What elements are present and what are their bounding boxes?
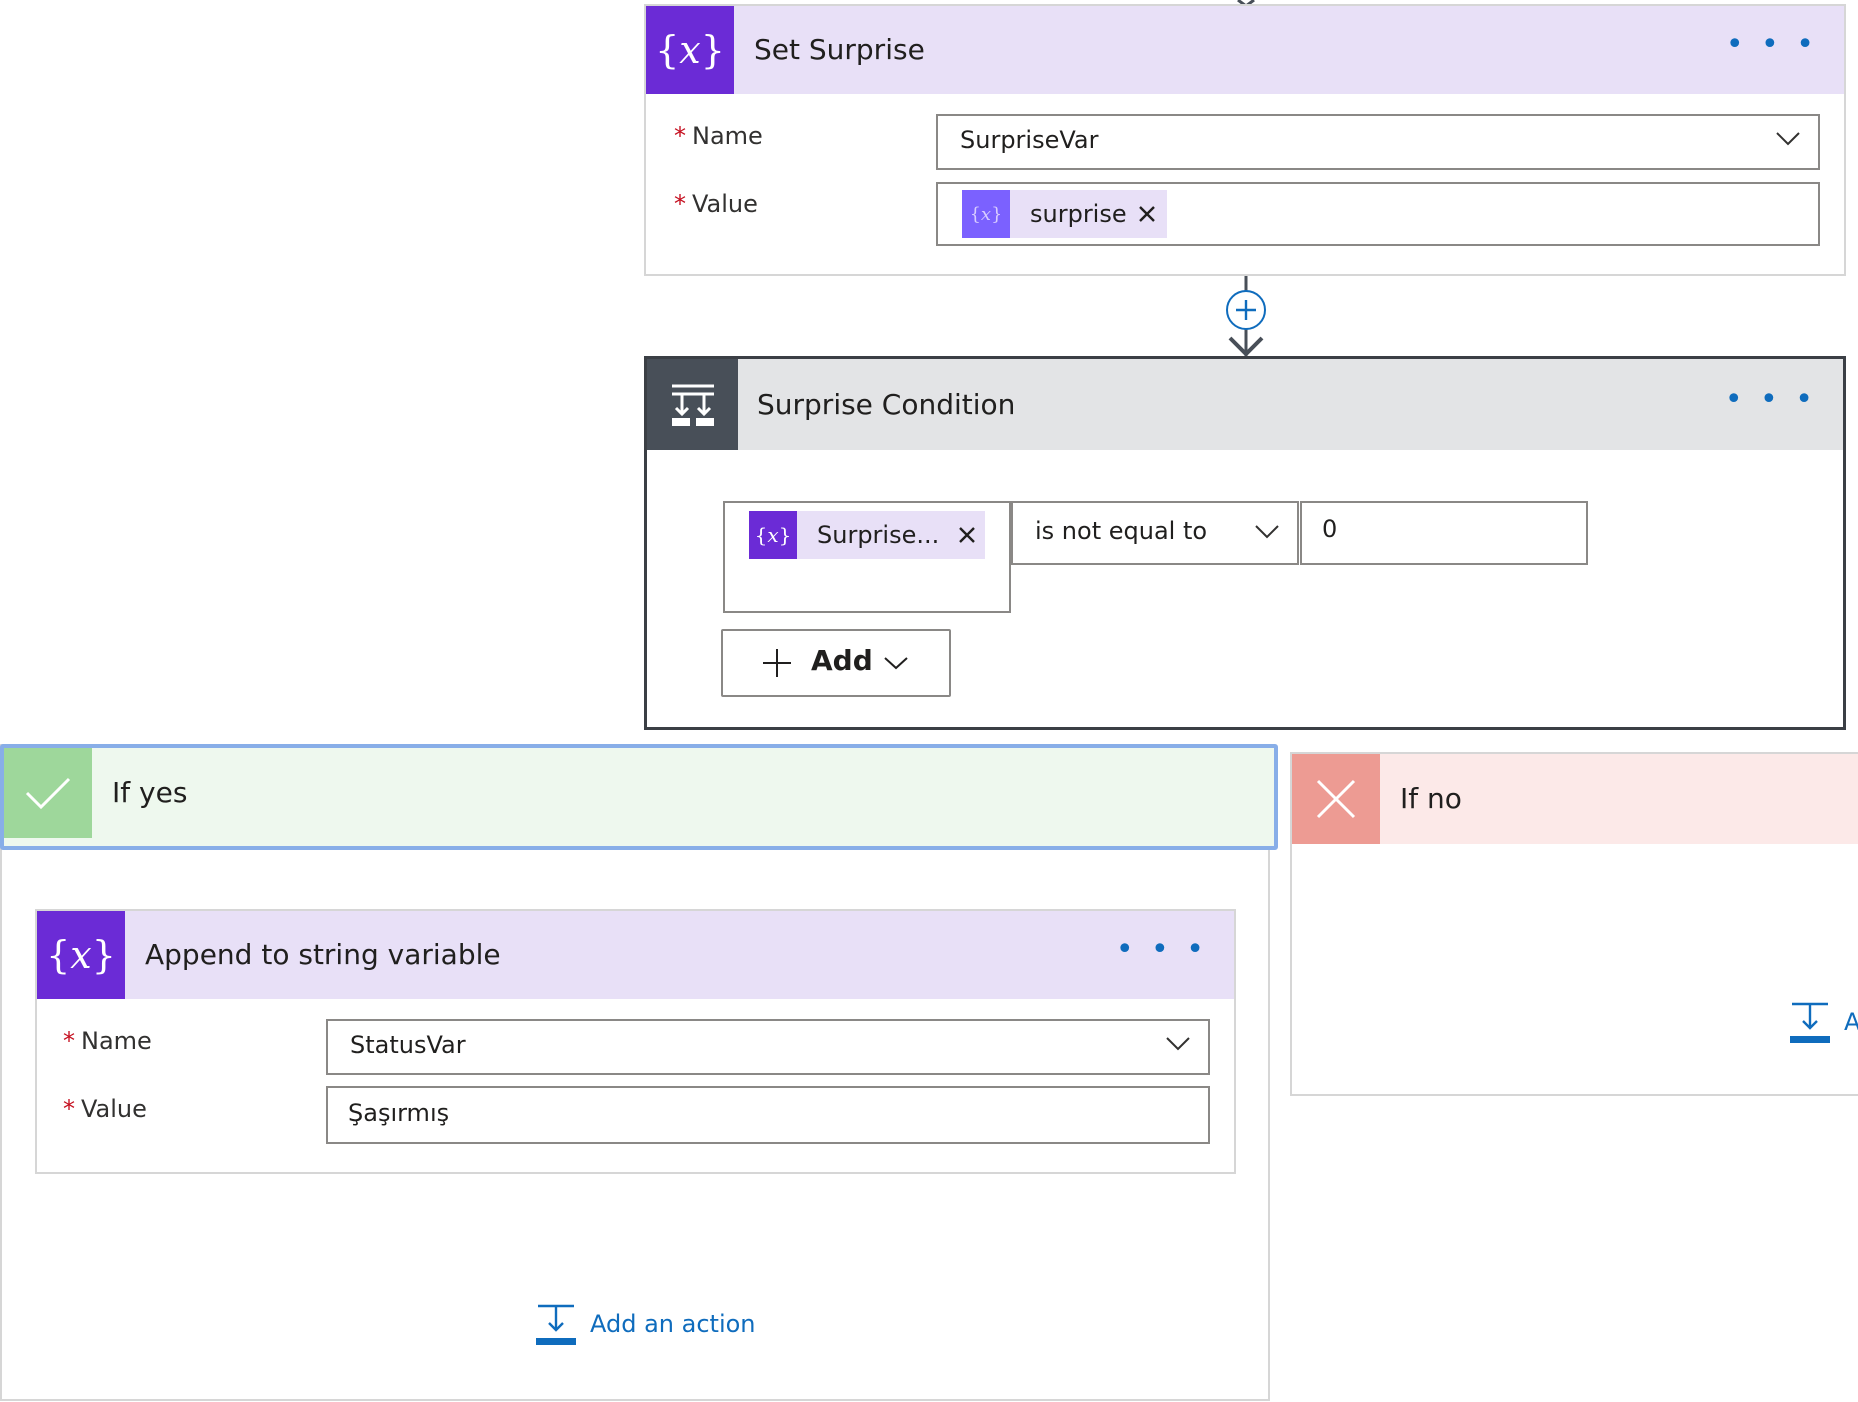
name-dropdown[interactable]: SurpriseVar — [936, 114, 1820, 170]
variable-icon: {x} — [37, 911, 125, 999]
name-label: * Name — [63, 1027, 152, 1055]
add-an-action-label: A — [1844, 1008, 1858, 1036]
token-label: Surprise... — [817, 521, 940, 549]
set-surprise-header[interactable]: {x} Set Surprise • • • — [646, 6, 1844, 94]
if-yes-title: If yes — [112, 776, 188, 809]
x-mark-icon — [1292, 754, 1380, 844]
add-action-icon — [536, 1304, 576, 1345]
operator-dropdown[interactable]: is not equal to — [1011, 501, 1299, 565]
chevron-down-icon — [884, 657, 908, 670]
right-operand-value: 0 — [1322, 515, 1338, 543]
plus-icon — [1236, 300, 1256, 320]
add-button-label: Add — [811, 644, 873, 677]
surprise-condition-card: Surprise Condition • • • {x} Surprise...… — [644, 356, 1846, 730]
svg-text:{x}: {x} — [756, 523, 790, 547]
svg-text:{x}: {x} — [655, 28, 725, 72]
close-icon[interactable] — [1137, 204, 1157, 224]
if-no-title: If no — [1400, 782, 1462, 815]
if-yes-header[interactable]: If yes — [0, 744, 1278, 850]
append-string-card: {x} Append to string variable • • • * Nam… — [35, 909, 1236, 1174]
name-dropdown-value: SurpriseVar — [960, 126, 1099, 154]
name-label: * Name — [674, 122, 763, 150]
more-options-icon[interactable]: • • • — [1726, 30, 1818, 60]
svg-text:{x}: {x} — [972, 204, 1000, 225]
condition-header[interactable]: Surprise Condition • • • — [647, 359, 1843, 450]
surprise-token[interactable]: {x} surprise — [962, 190, 1167, 238]
condition-right-operand[interactable]: 0 — [1300, 501, 1588, 565]
value-label: * Value — [63, 1095, 147, 1123]
condition-icon — [647, 359, 738, 450]
value-input[interactable]: {x} surprise — [936, 182, 1820, 246]
variable-token-icon: {x} — [749, 511, 797, 559]
name-dropdown[interactable]: StatusVar — [326, 1019, 1210, 1075]
if-no-branch: If no A — [1290, 752, 1858, 1096]
value-text: Şaşırmış — [348, 1099, 450, 1127]
add-action-icon — [1790, 1002, 1830, 1043]
condition-left-operand[interactable]: {x} Surprise... — [723, 501, 1011, 613]
condition-title: Surprise Condition — [757, 388, 1016, 421]
surprise-var-token[interactable]: {x} Surprise... — [749, 511, 985, 559]
operator-value: is not equal to — [1035, 517, 1208, 545]
close-icon[interactable] — [957, 525, 977, 545]
add-an-action-button[interactable]: A — [1788, 998, 1858, 1046]
append-title: Append to string variable — [145, 938, 501, 971]
append-header[interactable]: {x} Append to string variable • • • — [37, 911, 1234, 999]
add-step-plus-button[interactable] — [1226, 290, 1266, 330]
variable-token-icon: {x} — [962, 190, 1010, 238]
if-no-header[interactable]: If no — [1292, 754, 1858, 844]
more-options-icon[interactable]: • • • — [1725, 385, 1817, 415]
svg-text:{x}: {x} — [46, 933, 116, 977]
token-label: surprise — [1030, 200, 1127, 228]
chevron-down-icon — [1776, 132, 1800, 146]
chevron-down-icon — [1166, 1037, 1190, 1051]
value-input[interactable]: Şaşırmış — [326, 1086, 1210, 1144]
add-condition-button[interactable]: Add — [721, 629, 951, 697]
chevron-down-icon — [1255, 525, 1279, 539]
variable-icon: {x} — [646, 6, 734, 94]
add-an-action-button[interactable]: Add an action — [534, 1300, 756, 1348]
more-options-icon[interactable]: • • • — [1116, 935, 1208, 965]
set-surprise-card: {x} Set Surprise • • • * Name SurpriseVar… — [644, 4, 1846, 276]
checkmark-icon — [4, 748, 92, 838]
value-label: * Value — [674, 190, 758, 218]
name-dropdown-value: StatusVar — [350, 1031, 466, 1059]
add-an-action-label: Add an action — [590, 1310, 756, 1338]
set-surprise-title: Set Surprise — [754, 33, 925, 66]
plus-icon — [763, 649, 791, 677]
